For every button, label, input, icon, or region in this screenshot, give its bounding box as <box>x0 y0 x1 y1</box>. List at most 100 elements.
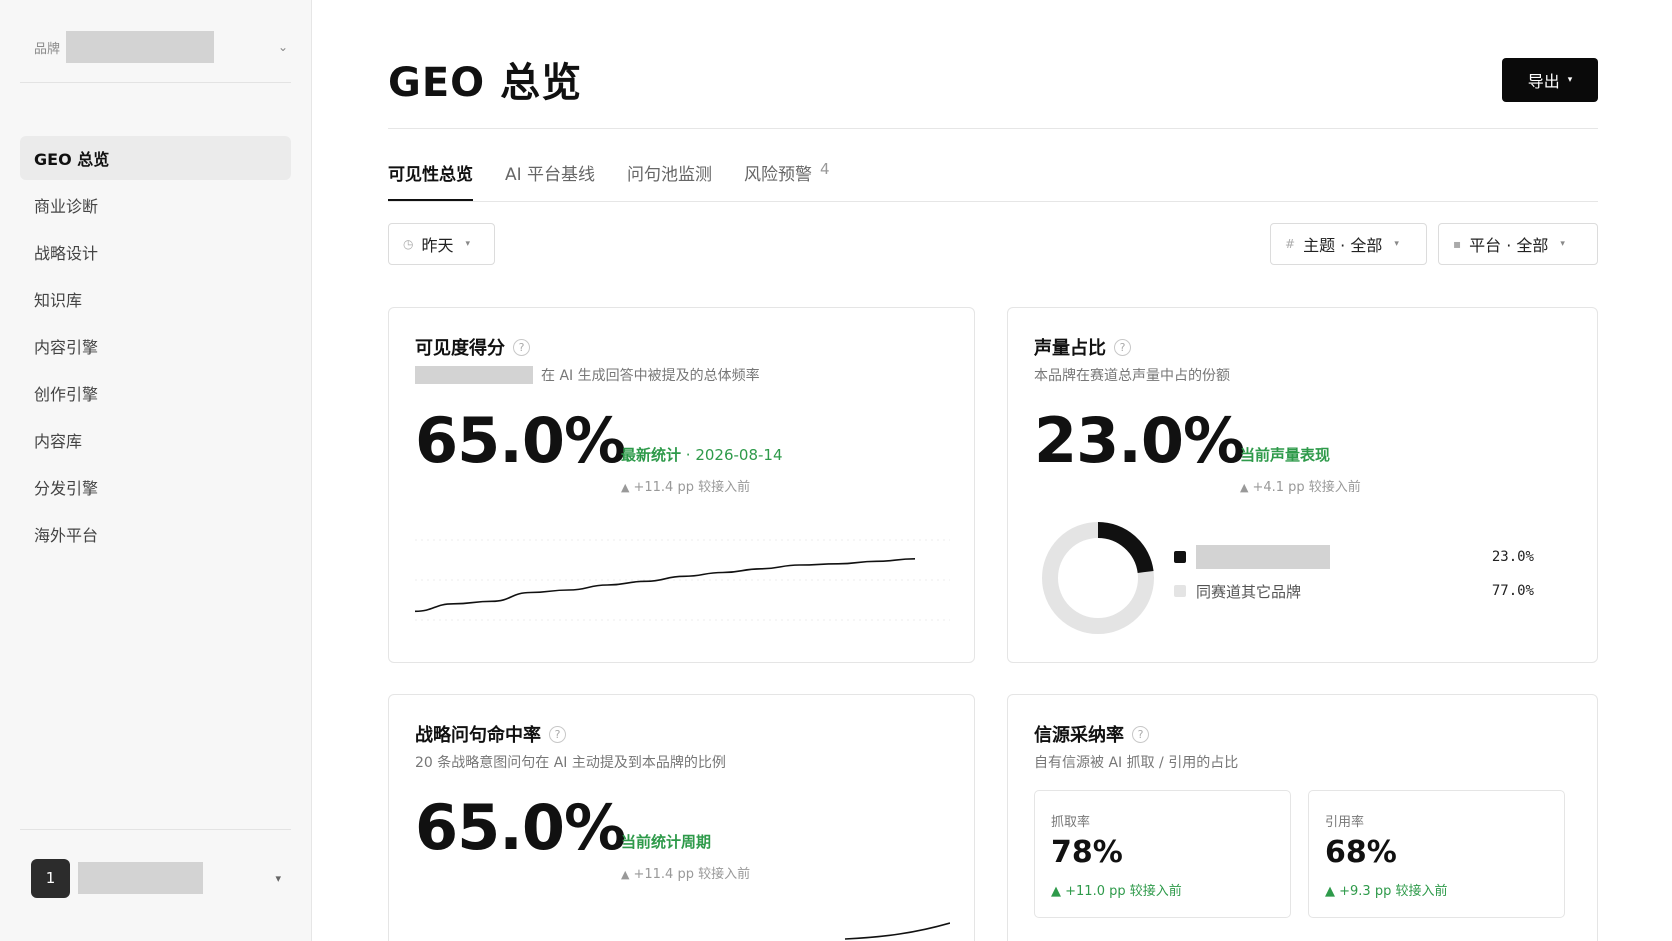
tab-divider <box>388 201 1598 202</box>
chevron-down-icon: ▾ <box>1560 239 1565 249</box>
help-icon[interactable]: ? <box>1114 338 1131 356</box>
sidebar-item-knowledge-base[interactable]: 知识库 <box>20 277 291 321</box>
sidebar-item-strategy-design[interactable]: 战略设计 <box>20 230 291 274</box>
card-title-text: 声量占比 <box>1034 338 1106 359</box>
help-icon[interactable]: ? <box>513 338 530 356</box>
export-label: 导出 <box>1527 72 1560 91</box>
card-subtitle: 20 条战略意图问句在 AI 主动提及到本品牌的比例 <box>415 755 726 771</box>
sidebar-item-creation-engine[interactable]: 创作引擎 <box>20 371 291 415</box>
delta-text: ▲ +4.1 pp 较接入前 <box>1240 476 1361 495</box>
sidebar-item-business-diagnosis[interactable]: 商业诊断 <box>20 183 291 227</box>
tab-label: 可见性总览 <box>388 165 473 185</box>
card-subtitle: 自有信源被 AI 抓取 / 引用的占比 <box>1034 755 1239 771</box>
share-of-voice-card: 声量占比 ? 本品牌在赛道总声量中占的份额 23.0% 当前声量表现 ▲ +4.1… <box>1007 307 1598 663</box>
chevron-down-icon: ⌄ <box>277 40 288 54</box>
metric-label: 引用率 <box>1325 815 1365 830</box>
square-icon: ▪ <box>1453 237 1462 251</box>
legend-value: 77.0% <box>1491 583 1534 599</box>
stat-date: · 2026-08-14 <box>681 446 783 464</box>
sidebar-item-geo-overview[interactable]: GEO 总览 <box>20 136 291 180</box>
metric-value: 78% <box>1051 835 1123 870</box>
card-title: 可见度得分 ? <box>415 334 530 360</box>
export-button[interactable]: 导出 ▾ <box>1502 58 1598 102</box>
share-donut-chart <box>1042 522 1154 634</box>
chevron-down-icon: ▾ <box>1567 75 1573 85</box>
sidebar-item-overseas-platform[interactable]: 海外平台 <box>20 512 291 556</box>
chevron-down-icon: ▾ <box>275 871 281 885</box>
topic-filter-label: 主题 · 全部 <box>1303 236 1383 255</box>
trend-line <box>415 558 916 613</box>
legend-swatch <box>1174 551 1186 563</box>
date-filter[interactable]: ◷ 昨天 ▾ <box>388 223 495 265</box>
chevron-down-icon: ▾ <box>1394 239 1399 249</box>
card-title-text: 信源采纳率 <box>1034 725 1124 746</box>
trend-line <box>844 922 950 940</box>
clock-icon: ◷ <box>403 237 414 251</box>
triangle-up-icon: ▲ <box>621 868 630 881</box>
platform-filter[interactable]: ▪ 平台 · 全部 ▾ <box>1438 223 1598 265</box>
legend-swatch <box>1174 585 1186 597</box>
triangle-up-icon: ▲ <box>621 481 630 494</box>
donut-slice-brand <box>1097 522 1154 574</box>
delta-value: +11.4 pp 较接入前 <box>633 480 751 495</box>
source-adoption-card: 信源采纳率 ? 自有信源被 AI 抓取 / 引用的占比 抓取率 78% ▲ +1… <box>1007 694 1598 941</box>
user-name-redacted <box>78 862 203 894</box>
platform-filter-label: 平台 · 全部 <box>1469 236 1549 255</box>
card-subtitle: 本品牌在赛道总声量中占的份额 <box>1034 368 1230 384</box>
tab-question-pool[interactable]: 问句池监测 <box>627 150 712 202</box>
triangle-up-icon: ▲ <box>1051 884 1061 899</box>
tab-bar: 可见性总览 AI 平台基线 问句池监测 风险预警 4 <box>388 150 862 202</box>
tab-visibility-overview[interactable]: 可见性总览 <box>388 150 473 202</box>
delta-value: +11.0 pp 较接入前 <box>1065 884 1182 899</box>
strategy-hit-rate-card: 战略问句命中率 ? 20 条战略意图问句在 AI 主动提及到本品牌的比例 65.… <box>388 694 975 941</box>
brand-name-redacted <box>1196 545 1330 569</box>
status-text: 最新统计 <box>621 446 682 464</box>
topic-filter[interactable]: # 主题 · 全部 ▾ <box>1270 223 1427 265</box>
delta-value: +11.4 pp 较接入前 <box>633 867 751 882</box>
user-menu[interactable]: 1 ▾ <box>31 858 285 898</box>
chevron-down-icon: ▾ <box>465 239 471 249</box>
legend-label: 同赛道其它品牌 <box>1196 582 1302 601</box>
strategy-trend-chart <box>844 922 950 940</box>
page-title: GEO 总览 <box>388 60 583 106</box>
tab-label: 风险预警 <box>744 165 813 185</box>
share-value: 23.0% <box>1034 404 1245 477</box>
main-content: GEO 总览 导出 ▾ 可见性总览 AI 平台基线 问句池监测 风险预警 4 ◷ … <box>312 0 1672 941</box>
header-divider <box>388 128 1598 129</box>
crawl-rate-metric: 抓取率 78% ▲ +11.0 pp 较接入前 <box>1034 790 1291 918</box>
card-title: 信源采纳率 ? <box>1034 721 1149 747</box>
card-title-text: 战略问句命中率 <box>415 725 541 746</box>
card-subtitle-text: 在 AI 生成回答中被提及的总体频率 <box>541 368 760 384</box>
sidebar-divider <box>20 829 291 830</box>
tab-ai-platform-baseline[interactable]: AI 平台基线 <box>505 150 595 202</box>
metric-value: 68% <box>1325 835 1397 870</box>
sidebar-item-content-library[interactable]: 内容库 <box>20 418 291 462</box>
card-title: 声量占比 ? <box>1034 334 1131 360</box>
legend-item-brand: 23.0% <box>1174 544 1534 570</box>
citation-rate-metric: 引用率 68% ▲ +9.3 pp 较接入前 <box>1308 790 1565 918</box>
avatar: 1 <box>31 858 70 898</box>
help-icon[interactable]: ? <box>1132 725 1149 743</box>
visibility-score-value: 65.0% <box>415 404 626 477</box>
sidebar-item-distribution-engine[interactable]: 分发引擎 <box>20 465 291 509</box>
help-icon[interactable]: ? <box>549 725 566 743</box>
delta-text: ▲ +11.4 pp 较接入前 <box>621 476 750 495</box>
metric-label: 抓取率 <box>1051 815 1091 830</box>
risk-count-badge: 4 <box>820 160 830 178</box>
triangle-up-icon: ▲ <box>1325 884 1335 899</box>
tab-label: AI 平台基线 <box>505 165 596 185</box>
brand-selector[interactable]: 品牌 ⌄ <box>34 30 288 64</box>
legend-value: 23.0% <box>1491 549 1534 565</box>
tab-label: 问句池监测 <box>627 165 713 185</box>
status-label: 当前声量表现 <box>1240 446 1331 464</box>
card-title-text: 可见度得分 <box>415 338 505 359</box>
sidebar-item-content-engine[interactable]: 内容引擎 <box>20 324 291 368</box>
status-label: 当前统计周期 <box>621 833 712 851</box>
tab-risk-alert[interactable]: 风险预警 4 <box>744 150 830 202</box>
delta-text: ▲ +11.4 pp 较接入前 <box>621 863 750 882</box>
card-title: 战略问句命中率 ? <box>415 721 566 747</box>
brand-label: 品牌 <box>34 41 61 57</box>
triangle-up-icon: ▲ <box>1240 481 1249 494</box>
metric-delta: ▲ +9.3 pp 较接入前 <box>1325 880 1447 899</box>
delta-value: +4.1 pp 较接入前 <box>1252 480 1361 495</box>
